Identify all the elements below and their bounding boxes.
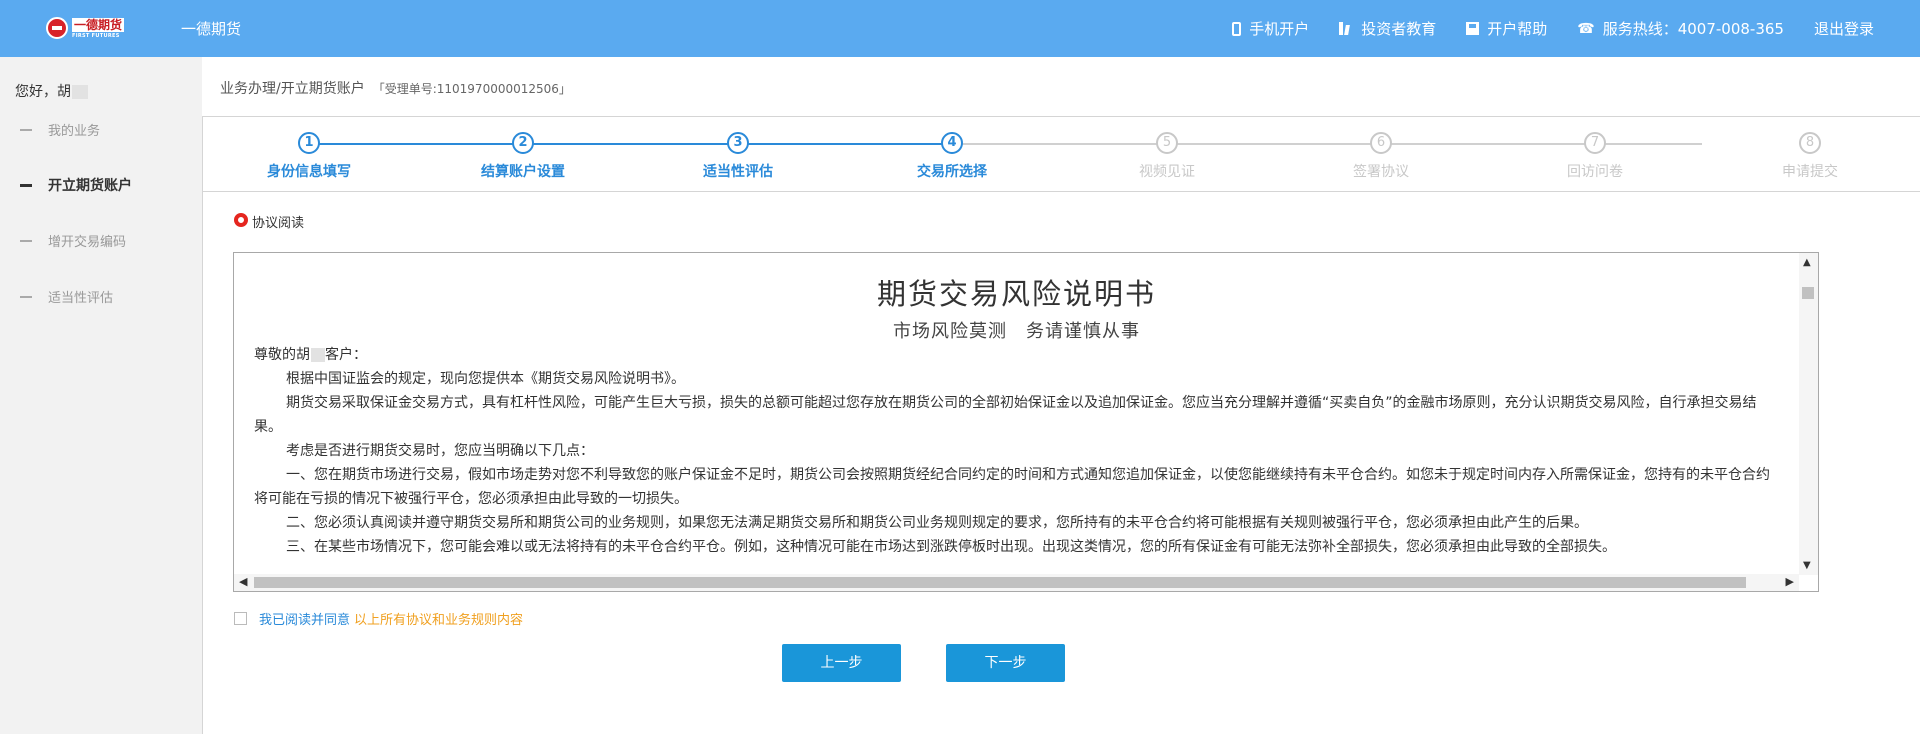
progress-steps: 1 身份信息填写 2 结算账户设置 3 适当性评估 4 交易所选择 5 视频见证… — [202, 118, 1920, 192]
step-number: 8 — [1799, 132, 1821, 154]
scroll-left-icon[interactable]: ◀ — [239, 575, 247, 588]
step-number: 3 — [727, 132, 749, 154]
brand-name: 一德期货 — [181, 20, 242, 38]
step-8: 8 申请提交 — [1730, 132, 1890, 181]
salutation-suffix: 客户： — [325, 347, 367, 363]
top-nav: 手机开户 投资者教育 开户帮助 ☎ 服务热线：4007-008-365 退出登录 — [1202, 0, 1874, 57]
nav-account-help[interactable]: 开户帮助 — [1466, 18, 1547, 39]
breadcrumb-path: 业务办理/开立期货账户 — [220, 81, 365, 97]
nav-mobile-open-account[interactable]: 手机开户 — [1232, 18, 1309, 39]
redacted-name — [311, 348, 325, 362]
sidebar-item-label: 适当性评估 — [48, 291, 114, 306]
step-number: 6 — [1370, 132, 1392, 154]
greeting-text: 您好，胡 — [15, 84, 71, 100]
nav-label: 退出登录 — [1813, 20, 1874, 38]
section-title-text: 协议阅读 — [252, 216, 305, 231]
scroll-up-icon[interactable]: ▲ — [1803, 257, 1811, 268]
sidebar-item-my-business[interactable]: 我的业务 — [20, 120, 100, 139]
nav-investor-education[interactable]: 投资者教育 — [1339, 18, 1436, 39]
nav-label: 手机开户 — [1249, 20, 1310, 38]
agree-checkbox[interactable] — [234, 612, 247, 625]
document-title: 期货交易风险说明书 — [876, 277, 1156, 311]
sidebar-item-label: 增开交易编码 — [48, 235, 127, 250]
salutation-text: 尊敬的胡 — [254, 347, 310, 363]
scroll-down-icon[interactable]: ▼ — [1803, 560, 1811, 571]
risk-disclosure-document[interactable]: 期货交易风险说明书 市场风险莫测 务请谨慎从事 尊敬的胡 客户： 根据中国证监会的… — [233, 252, 1819, 592]
step-label: 视频见证 — [1139, 164, 1195, 180]
document-salutation: 尊敬的胡 客户： — [254, 343, 1779, 367]
logo-mark-icon — [46, 17, 68, 39]
dash-icon — [20, 128, 32, 131]
top-header: 一德期货 FIRST FUTURES 一德期货 手机开户 投资者教育 开户帮助 … — [0, 0, 1920, 57]
sidebar-item-label: 我的业务 — [48, 124, 101, 139]
redacted-name — [72, 85, 88, 99]
step-number: 1 — [298, 132, 320, 154]
step-number: 5 — [1156, 132, 1178, 154]
sidebar-item-open-futures-account[interactable]: 开立期货账户 — [20, 175, 132, 195]
document-paragraph: 二、您必须认真阅读并遵守期货交易所和期货公司的业务规则，如果您无法满足期货交易所… — [286, 515, 1588, 531]
step-number: 2 — [512, 132, 534, 154]
document-paragraph: 考虑是否进行期货交易时，您应当明确以下几点： — [286, 443, 594, 459]
step-label: 回访问卷 — [1567, 164, 1623, 180]
dash-icon — [20, 295, 32, 298]
sidebar-item-add-trading-code[interactable]: 增开交易编码 — [20, 231, 126, 250]
step-4: 4 交易所选择 — [872, 132, 1032, 181]
horizontal-scrollbar[interactable]: ◀ ▶ — [234, 574, 1799, 591]
previous-step-button[interactable]: 上一步 — [782, 644, 901, 682]
logout-link[interactable]: 退出登录 — [1814, 18, 1874, 39]
telephone-icon: ☎ — [1577, 20, 1595, 37]
dash-icon — [20, 239, 32, 242]
step-label: 交易所选择 — [917, 164, 987, 180]
radio-selected-icon — [234, 212, 248, 227]
nav-label: 服务热线：4007-008-365 — [1602, 20, 1784, 38]
mobile-phone-icon — [1232, 21, 1242, 36]
dash-icon — [20, 183, 32, 187]
company-logo[interactable]: 一德期货 FIRST FUTURES — [46, 15, 126, 41]
sidebar-item-label: 开立期货账户 — [48, 178, 132, 194]
document-subtitle: 市场风险莫测 务请谨慎从事 — [893, 321, 1140, 342]
document-paragraph: 一、您在期货市场进行交易，假如市场走势对您不利导致您的账户保证金不足时，期货公司… — [254, 467, 1770, 507]
sidebar-item-suitability[interactable]: 适当性评估 — [20, 287, 113, 306]
step-2: 2 结算账户设置 — [443, 132, 603, 181]
ticket-number: 「受理单号:1101970000012506」 — [372, 82, 571, 96]
sidebar: 您好，胡 我的业务 开立期货账户 增开交易编码 适当性评估 — [0, 57, 202, 734]
next-step-button[interactable]: 下一步 — [946, 644, 1065, 682]
step-label: 签署协议 — [1353, 164, 1409, 180]
step-label: 身份信息填写 — [267, 164, 351, 180]
step-line-done — [309, 143, 952, 145]
nav-label: 投资者教育 — [1361, 20, 1437, 38]
user-greeting: 您好，胡 — [15, 81, 88, 101]
vertical-scroll-thumb[interactable] — [1802, 287, 1814, 299]
breadcrumb: 业务办理/开立期货账户 「受理单号:1101970000012506」 — [220, 78, 571, 98]
step-5: 5 视频见证 — [1087, 132, 1247, 181]
nav-service-hotline[interactable]: ☎ 服务热线：4007-008-365 — [1577, 18, 1784, 39]
step-label: 适当性评估 — [703, 164, 773, 180]
vertical-scrollbar[interactable]: ▲ ▼ — [1799, 253, 1818, 575]
document-paragraph: 根据中国证监会的规定，现向您提供本《期货交易风险说明书》。 — [286, 371, 685, 387]
agree-label[interactable]: 我已阅读并同意 — [259, 609, 350, 628]
document-paragraph: 三、在某些市场情况下，您可能会难以或无法将持有的未平仓合约平仓。例如，这种情况可… — [286, 539, 1616, 555]
agreement-row: 我已阅读并同意 以上所有协议和业务规则内容 — [234, 609, 523, 628]
step-3: 3 适当性评估 — [658, 132, 818, 181]
step-number: 4 — [941, 132, 963, 154]
step-label: 申请提交 — [1782, 164, 1838, 180]
step-6: 6 签署协议 — [1301, 132, 1461, 181]
logo-en-text: FIRST FUTURES — [72, 32, 120, 39]
books-icon — [1339, 22, 1353, 35]
document-content: 期货交易风险说明书 市场风险莫测 务请谨慎从事 尊敬的胡 客户： 根据中国证监会的… — [234, 253, 1799, 575]
floppy-disk-icon — [1466, 22, 1480, 35]
step-1: 1 身份信息填写 — [229, 132, 389, 181]
section-agreement-reading: 协议阅读 — [234, 212, 304, 231]
step-7: 7 回访问卷 — [1515, 132, 1675, 181]
logo-cn-text: 一德期货 — [72, 17, 125, 32]
nav-label: 开户帮助 — [1487, 20, 1548, 38]
horizontal-scroll-thumb[interactable] — [254, 577, 1746, 588]
step-label: 结算账户设置 — [481, 164, 565, 180]
document-paragraph: 期货交易采取保证金交易方式，具有杠杆性风险，可能产生巨大亏损，损失的总额可能超过… — [254, 395, 1757, 435]
agreement-rules-link[interactable]: 以上所有协议和业务规则内容 — [354, 609, 523, 628]
step-number: 7 — [1584, 132, 1606, 154]
scroll-right-icon[interactable]: ▶ — [1786, 575, 1794, 588]
